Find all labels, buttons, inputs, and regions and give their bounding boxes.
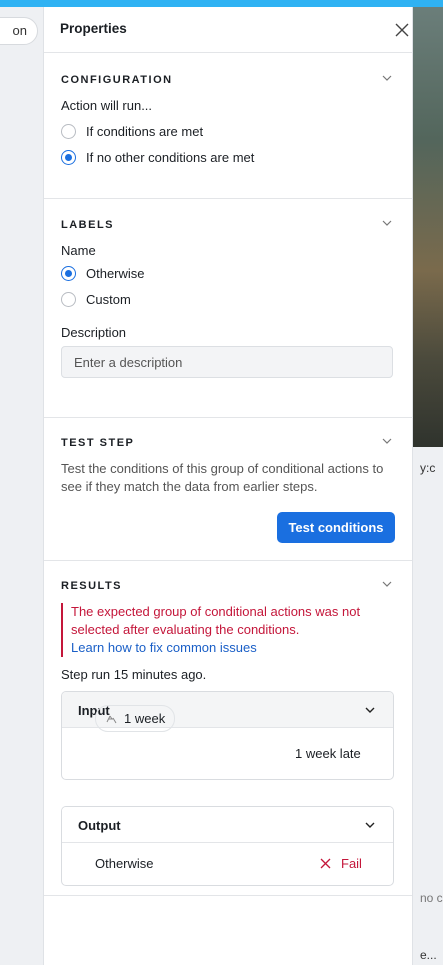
card-title: Output (78, 818, 121, 833)
panel-header: Properties (44, 7, 412, 53)
input-card: Input 1 week 1 week late (61, 691, 394, 780)
radio-button[interactable] (61, 149, 76, 165)
results-section: RESULTS The expected group of conditiona… (44, 561, 412, 896)
chevron-down-icon[interactable] (381, 578, 393, 590)
chevron-down-icon[interactable] (381, 217, 393, 229)
partial-button[interactable]: on (0, 17, 38, 45)
test-step-section: TEST STEP Test the conditions of this gr… (44, 418, 412, 561)
output-card-header[interactable]: Output (62, 807, 393, 843)
chevron-down-icon[interactable] (381, 435, 393, 447)
properties-panel: Properties CONFIGURATION Action will run… (43, 7, 413, 965)
error-message: The expected group of conditional action… (61, 603, 403, 657)
chevron-down-icon[interactable] (364, 819, 376, 831)
radio-otherwise[interactable]: Otherwise (61, 263, 145, 283)
radio-label: If conditions are met (86, 123, 204, 139)
radio-custom[interactable]: Custom (61, 289, 131, 309)
status-badge: Fail (320, 856, 362, 871)
radio-if-conditions-met[interactable]: If conditions are met (61, 121, 203, 141)
field-label: Description (61, 325, 127, 340)
input-value: 1 week late (295, 746, 361, 761)
field-label: Name (61, 243, 96, 258)
test-conditions-button[interactable]: Test conditions (277, 512, 395, 543)
background-image (412, 7, 443, 447)
output-card: Output Otherwise Fail (61, 806, 394, 886)
radio-if-no-other-conditions[interactable]: If no other conditions are met (61, 147, 254, 167)
radio-button[interactable] (61, 291, 76, 307)
chevron-down-icon[interactable] (364, 704, 376, 716)
help-text: Test the conditions of this group of con… (61, 461, 384, 494)
radio-label: If no other conditions are met (86, 149, 255, 165)
radio-button[interactable] (61, 123, 76, 139)
background-text: e... (420, 948, 437, 962)
error-text: The expected group of conditional action… (71, 604, 361, 637)
output-value: Otherwise (95, 856, 154, 871)
background-text: no c (420, 891, 443, 905)
top-accent-bar (0, 0, 443, 7)
chevron-down-icon[interactable] (381, 72, 393, 84)
configuration-section: CONFIGURATION Action will run... If cond… (44, 53, 412, 199)
panel-title: Properties (60, 21, 127, 36)
step-run-time: Step run 15 minutes ago. (61, 667, 207, 682)
x-icon (320, 858, 331, 869)
section-title: TEST STEP (61, 437, 135, 449)
labels-section: LABELS Name Otherwise Custom Description… (44, 199, 412, 418)
description-input[interactable]: Enter a description (61, 346, 393, 378)
radio-label: Custom (86, 291, 131, 307)
radio-button[interactable] (61, 265, 76, 281)
background-text: y:c (420, 461, 436, 475)
close-icon[interactable] (395, 23, 409, 37)
section-title: CONFIGURATION (61, 74, 173, 86)
section-title: RESULTS (61, 580, 123, 592)
formula-icon (106, 715, 117, 723)
input-pill: 1 week (95, 705, 176, 732)
field-label: Action will run... (61, 98, 153, 113)
background-canvas (0, 7, 43, 965)
radio-label: Otherwise (86, 265, 145, 281)
pill-label: 1 week (124, 711, 166, 726)
status-label: Fail (341, 856, 362, 871)
help-link[interactable]: Learn how to fix common issues (71, 639, 403, 657)
section-title: LABELS (61, 219, 114, 231)
